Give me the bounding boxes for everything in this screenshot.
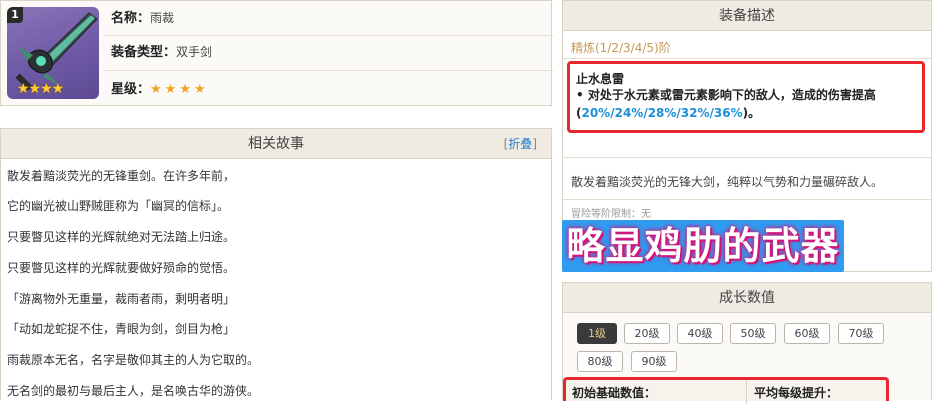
fold-toggle[interactable]: [折叠]	[504, 129, 537, 159]
level-tab-70[interactable]: 70级	[838, 323, 884, 344]
divider	[105, 70, 553, 71]
story-line: 只要瞥见这样的光辉就绝对无法踏上归途。	[7, 230, 236, 244]
skill-text-suffix: )。	[742, 106, 761, 120]
weapon-rarity-row: 星级：★★★★	[111, 74, 209, 104]
weapon-name-label: 名称：	[111, 11, 151, 26]
flavor-text: 散发着黯淡荧光的无锋大剑，纯粹以气势和力量碾碎敌人。	[571, 175, 884, 189]
divider	[563, 58, 931, 59]
weapon-thumbnail: 1 ★★★★	[7, 7, 99, 99]
story-line: 「动如龙蛇捉不住，青眼为剑，剑目为枪」	[7, 322, 236, 336]
growth-stats-header: 初始基础数值： 平均每级提升：	[563, 377, 889, 404]
fold-bracket-right: ]	[532, 137, 537, 151]
story-line: 只要瞥见这样的光辉就要做好殒命的觉悟。	[7, 261, 236, 275]
weapon-info-card: 1 ★★★★ 名称：雨裁 装备类型：双手剑 星级：★★★★	[0, 0, 553, 106]
weapon-skill-box: 止水息雷 • 对处于水元素或雷元素影响下的敌人，造成的伤害提高(20%/24%/…	[567, 61, 925, 133]
divider	[563, 157, 931, 158]
weapon-name-value: 雨裁	[150, 11, 175, 25]
story-line: 雨裁原本无名，名字是敬仰其主的人为它取的。	[7, 353, 260, 367]
adventure-rank-limit: 冒险等阶限制：无	[571, 209, 651, 220]
skill-name: 止水息雷	[576, 72, 625, 86]
story-line: 散发着黯淡荧光的无锋重剑。在许多年前，	[7, 169, 236, 183]
column-divider	[746, 380, 747, 404]
level-tab-60[interactable]: 60级	[784, 323, 830, 344]
level-tab-1[interactable]: 1级	[577, 323, 617, 344]
description-title: 装备描述	[563, 1, 931, 31]
growth-title: 成长数值	[563, 283, 931, 313]
divider	[563, 199, 931, 200]
level-tab-20[interactable]: 20级	[624, 323, 670, 344]
story-line: 它的幽光被山野贼匪称为「幽冥的信标」。	[7, 199, 230, 213]
weapon-name-row: 名称：雨裁	[111, 3, 174, 33]
refine-levels: 精炼(1/2/3/4/5)阶	[571, 41, 671, 55]
skill-description: • 对处于水元素或雷元素影响下的敌人，造成的伤害提高(20%/24%/28%/3…	[576, 86, 916, 122]
weapon-type-value: 双手剑	[176, 45, 213, 59]
story-line: 无名剑的最初与最后主人，是名唤古华的游侠。	[7, 384, 260, 398]
story-panel: 相关故事 [折叠] 散发着黯淡荧光的无锋重剑。在许多年前， 它的幽光被山野贼匪称…	[0, 128, 552, 400]
level-tab-40[interactable]: 40级	[677, 323, 723, 344]
base-value-header: 初始基础数值：	[572, 386, 657, 400]
story-line: 「游离物外无重量，裁雨者雨，剩明者明」	[7, 292, 236, 306]
growth-values-panel: 成长数值 1级 20级 40级 50级 60级 70级 80级 90级 初始基础…	[562, 282, 932, 404]
weapon-level-badge: 1	[7, 7, 23, 23]
skill-values: 20%/24%/28%/32%/36%	[581, 106, 743, 120]
weapon-type-label: 装备类型：	[111, 45, 177, 60]
level-tab-90[interactable]: 90级	[631, 351, 677, 372]
weapon-type-row: 装备类型：双手剑	[111, 37, 212, 67]
per-level-header: 平均每级提升：	[754, 386, 839, 400]
thumbnail-stars: ★★★★	[17, 81, 64, 97]
story-title: 相关故事	[1, 129, 551, 159]
rarity-stars-icon: ★★★★	[150, 82, 209, 97]
level-tab-80[interactable]: 80级	[577, 351, 623, 372]
divider	[105, 35, 553, 36]
weapon-rarity-label: 星级：	[111, 82, 151, 97]
level-tab-50[interactable]: 50级	[730, 323, 776, 344]
fold-link[interactable]: 折叠	[508, 137, 532, 151]
overlay-caption: 略显鸡肋的武器	[562, 220, 844, 272]
